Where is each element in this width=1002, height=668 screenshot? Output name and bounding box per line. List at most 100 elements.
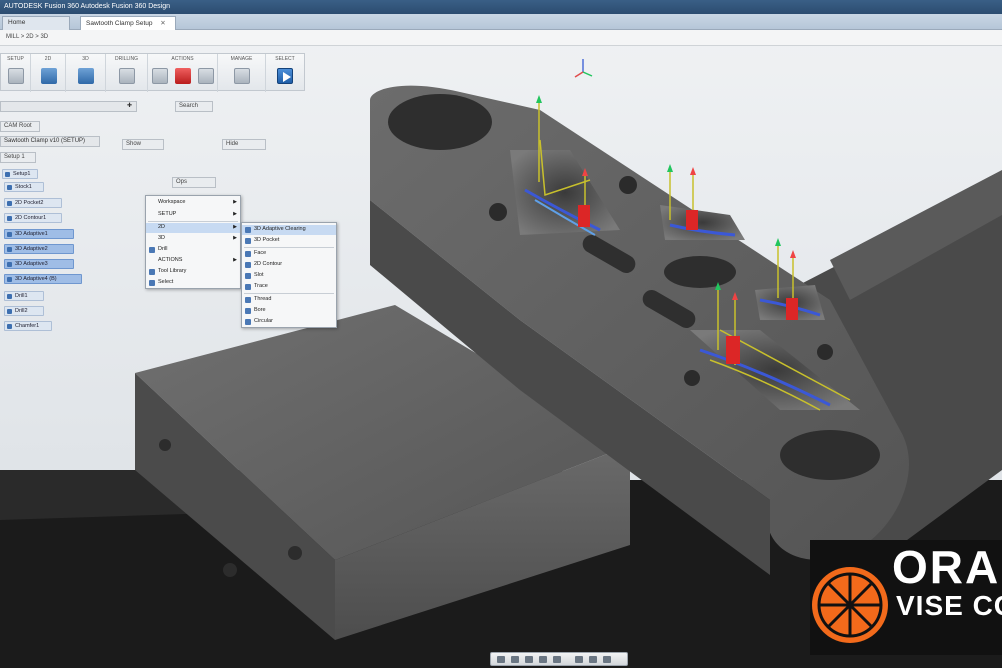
browser-search-bar[interactable]: ✚: [0, 101, 137, 112]
show-button[interactable]: Show: [122, 139, 164, 150]
submenu-item[interactable]: Bore: [242, 306, 336, 316]
tree-item-label: Setup1: [13, 171, 31, 177]
menu-item-drill[interactable]: Drill: [146, 245, 240, 255]
ribbon-group-drilling: DRILLING: [106, 54, 148, 92]
menu-item-workspace[interactable]: Workspace ▶: [146, 198, 240, 208]
tree-item-label: 3D Adaptive2: [15, 246, 48, 252]
submenu-item-label: Slot: [254, 272, 264, 278]
chevron-right-icon: ▶: [233, 199, 237, 205]
adaptive-clearing-icon: [245, 227, 251, 233]
ribbon-group-label: SELECT: [275, 56, 295, 62]
menu-item-actions[interactable]: ACTIONS ▶: [146, 256, 240, 266]
setup-section-label: Setup 1: [4, 154, 25, 160]
cam-root-button[interactable]: CAM Root: [0, 121, 40, 132]
show-button-label: Show: [126, 141, 142, 147]
submenu-item-label: 3D Pocket: [254, 237, 280, 243]
submenu-item-label: Trace: [254, 283, 268, 289]
tree-item[interactable]: Setup1: [2, 169, 38, 179]
chevron-right-icon: ▶: [233, 224, 237, 230]
submenu-item-label: Thread: [254, 296, 272, 302]
menu-separator: [244, 247, 334, 248]
ribbon-group-label: SETUP: [7, 56, 24, 62]
document-row[interactable]: Sawtooth Clamp v10 (SETUP): [0, 136, 100, 147]
menu-item-3d[interactable]: 3D ▶: [146, 234, 240, 244]
slot-icon: [245, 273, 251, 279]
document-row-label: Sawtooth Clamp v10 (SETUP): [4, 138, 86, 144]
drill-icon[interactable]: [119, 68, 135, 84]
3d-toolpath-icon[interactable]: [78, 68, 94, 84]
menu-item-label: Drill: [158, 246, 168, 252]
ribbon-group-label: DRILLING: [114, 56, 139, 62]
grid-settings-icon[interactable]: [589, 656, 597, 663]
submenu-item[interactable]: Slot: [242, 271, 336, 281]
submenu-item[interactable]: Circular: [242, 317, 336, 327]
tree-item[interactable]: 2D Contour1: [4, 213, 62, 223]
menu-item-tool-library[interactable]: Tool Library: [146, 267, 240, 277]
hide-button[interactable]: Hide: [222, 139, 266, 150]
look-at-icon[interactable]: [511, 656, 519, 663]
ribbon-group-3d: 3D: [66, 54, 106, 92]
chevron-right-icon: ▶: [233, 257, 237, 263]
setup-section-header[interactable]: Setup 1: [0, 152, 36, 163]
tree-item-label: 3D Adaptive3: [15, 261, 48, 267]
tree-item[interactable]: 2D Pocket2: [4, 198, 62, 208]
close-tab-icon[interactable]: ✕: [160, 20, 165, 27]
ribbon-group-label: 3D: [82, 56, 89, 62]
tree-item[interactable]: Chamfer1: [4, 321, 52, 331]
add-icon[interactable]: ✚: [127, 102, 132, 109]
navigation-bar: [490, 652, 628, 666]
display-settings-icon[interactable]: [575, 656, 583, 663]
orbit-icon[interactable]: [497, 656, 505, 663]
pan-icon[interactable]: [525, 656, 533, 663]
ribbon-group-label: 2D: [44, 56, 52, 62]
tool-library-icon[interactable]: [234, 68, 250, 84]
trace-icon: [245, 284, 251, 290]
menu-item-setup[interactable]: SETUP ▶: [146, 210, 240, 220]
setup-sheet-icon[interactable]: [198, 68, 214, 84]
search-button-label: Search: [179, 103, 199, 109]
fit-icon[interactable]: [553, 656, 561, 663]
browser-search-button[interactable]: Search: [175, 101, 213, 112]
tree-item[interactable]: Drill1: [4, 291, 44, 301]
axis-triad[interactable]: [572, 56, 594, 80]
submenu-item[interactable]: Trace: [242, 282, 336, 292]
tree-item[interactable]: 3D Adaptive2: [4, 244, 74, 254]
submenu-item-label: Face: [254, 250, 267, 256]
cam-root-label: CAM Root: [4, 123, 32, 129]
submenu-item-label: 3D Adaptive Clearing: [254, 226, 306, 232]
tree-item-label: Chamfer1: [15, 323, 40, 329]
viewports-icon[interactable]: [603, 656, 611, 663]
tab-home[interactable]: Home: [2, 16, 70, 30]
menu-separator: [244, 293, 334, 294]
simulate-icon[interactable]: [152, 68, 168, 84]
menu-item-select[interactable]: Select: [146, 278, 240, 288]
setup-icon[interactable]: [8, 68, 24, 84]
submenu: 3D Adaptive Clearing 3D Pocket Face 2D C…: [241, 222, 337, 328]
tab-active-document[interactable]: Sawtooth Clamp Setup ✕: [80, 16, 176, 30]
submenu-item[interactable]: 2D Contour: [242, 260, 336, 270]
thread-icon: [245, 297, 251, 303]
submenu-item[interactable]: 3D Adaptive Clearing: [242, 225, 336, 235]
vise-block-left: [135, 305, 630, 560]
ops-button[interactable]: Ops: [172, 177, 216, 188]
ops-button-label: Ops: [176, 179, 188, 185]
menu-item-label: Select: [158, 279, 174, 285]
submenu-item[interactable]: 3D Pocket: [242, 236, 336, 246]
select-play-icon[interactable]: [277, 68, 293, 84]
tree-item[interactable]: 3D Adaptive4 (B): [4, 274, 82, 284]
tree-item[interactable]: 3D Adaptive3: [4, 259, 74, 269]
2d-toolpath-icon[interactable]: [41, 68, 57, 84]
tree-item[interactable]: Stock1: [4, 182, 44, 192]
submenu-item[interactable]: Thread: [242, 295, 336, 305]
menu-separator: [148, 221, 238, 222]
tree-item[interactable]: 3D Adaptive1: [4, 229, 74, 239]
tree-item[interactable]: Drill2: [4, 306, 44, 316]
menu-item-label: Tool Library: [158, 268, 187, 274]
zoom-icon[interactable]: [539, 656, 547, 663]
ribbon-group-select: SELECT: [266, 54, 304, 92]
menu-item-2d[interactable]: 2D ▶: [146, 223, 240, 233]
submenu-item[interactable]: Face: [242, 249, 336, 259]
post-process-icon[interactable]: [175, 68, 191, 84]
menu-item-label: ACTIONS: [158, 257, 183, 263]
menu-item-label: 2D: [158, 224, 166, 230]
